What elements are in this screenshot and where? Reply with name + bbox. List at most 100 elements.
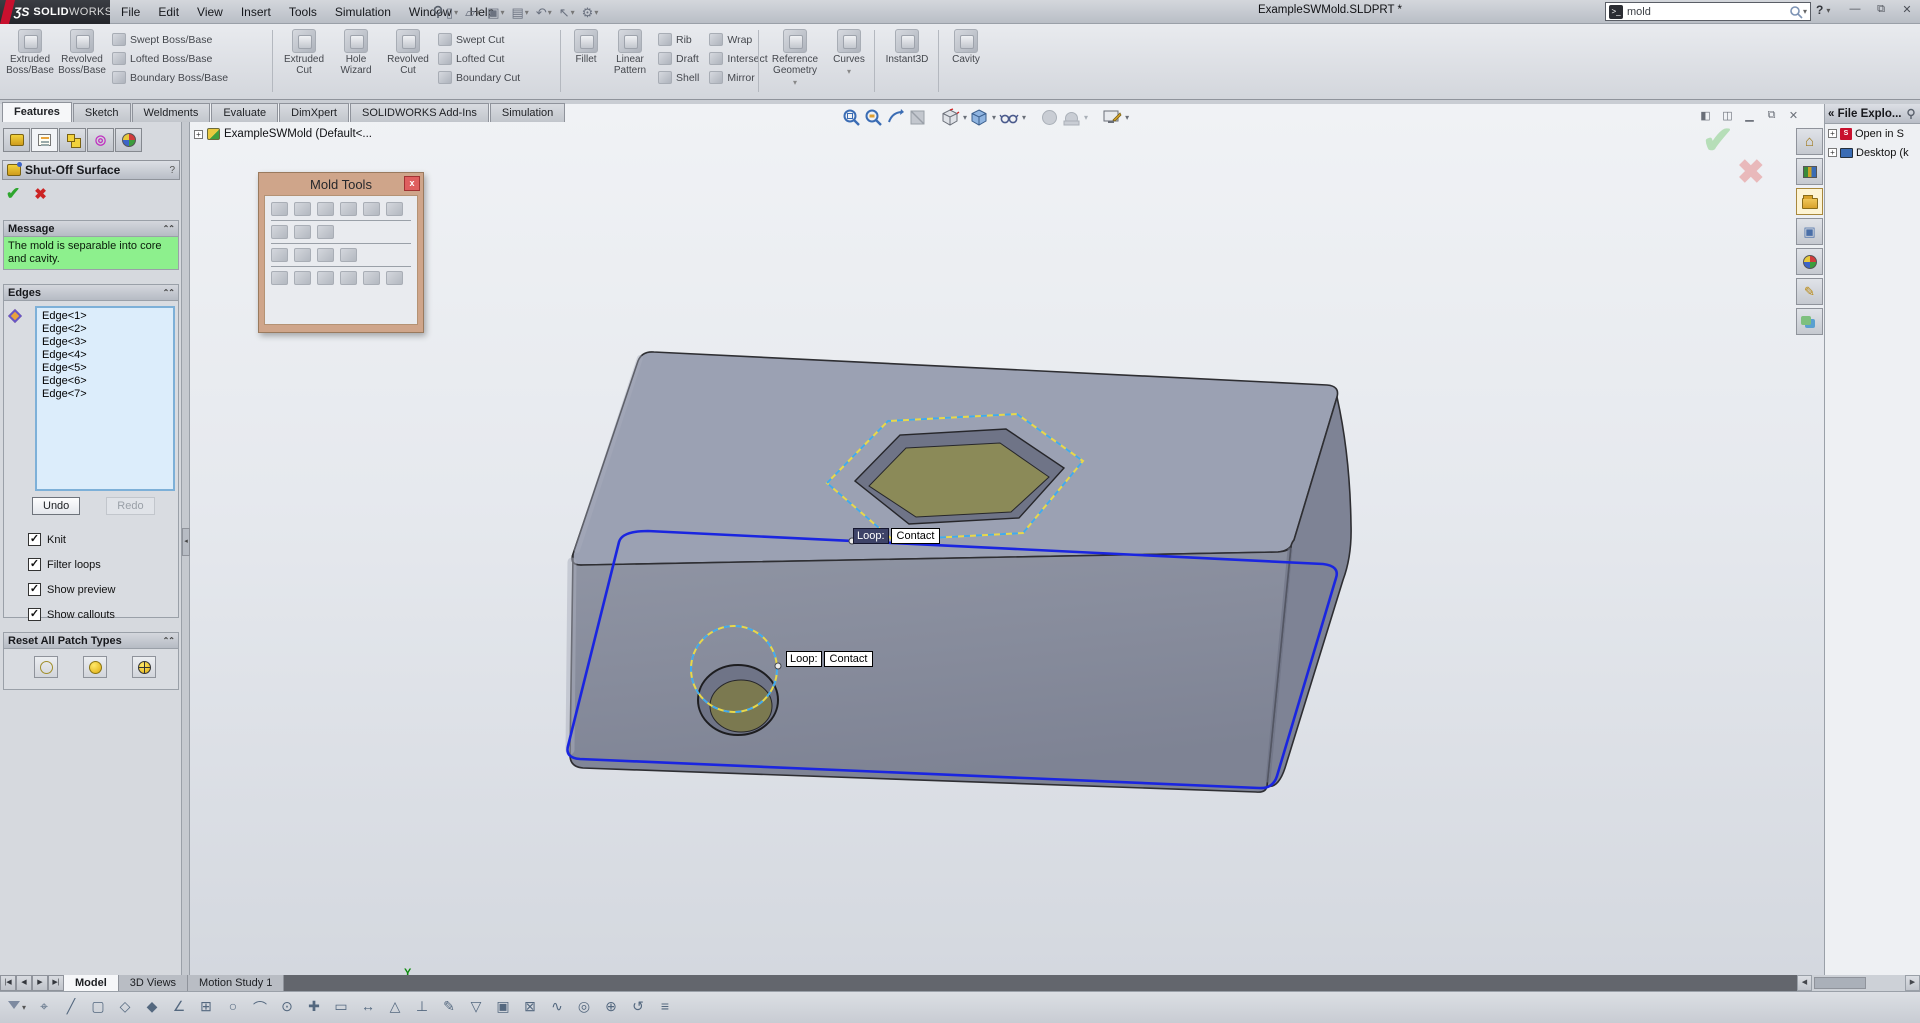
boundary-cut-button[interactable]: Boundary Cut — [434, 68, 520, 87]
filter-planes-icon[interactable]: ⊞ — [197, 998, 215, 1018]
offset-surface-icon[interactable] — [294, 202, 311, 216]
callout-anchor-dot[interactable] — [774, 662, 782, 670]
edge-list-item[interactable]: Edge<1> — [42, 310, 168, 323]
move-face-icon[interactable] — [317, 248, 334, 262]
undercut-analysis-icon[interactable] — [294, 225, 311, 239]
hole-wizard-button[interactable]: Hole Wizard — [330, 26, 382, 76]
filter-datums-icon[interactable]: ▣ — [494, 998, 512, 1018]
reference-geometry-button[interactable]: Reference Geometry ▾ — [764, 26, 826, 88]
parting-line-analysis-icon[interactable] — [317, 225, 334, 239]
filter-funnel-button[interactable]: ▾ — [8, 1000, 26, 1015]
mold-tools-close-button[interactable]: x — [404, 176, 420, 191]
tab-nav-button-0[interactable]: |◀ — [0, 975, 16, 991]
select-button[interactable]: ↖ ▾ — [557, 5, 577, 20]
shell-button[interactable]: Shell — [654, 68, 699, 87]
tab-dimxpert[interactable]: DimXpert — [279, 103, 349, 122]
callout-value-dropdown[interactable]: Contact — [890, 528, 941, 544]
lofted-cut-button[interactable]: Lofted Cut — [434, 49, 520, 68]
help-button[interactable]: ? ▾ — [1816, 3, 1830, 17]
hide-show-items-icon[interactable] — [999, 108, 1019, 127]
zoom-to-fit-icon[interactable] — [842, 108, 861, 127]
menu-edit[interactable]: Edit — [149, 5, 188, 19]
edit-appearance-icon[interactable] — [1040, 108, 1059, 127]
collapse-chevron-icon[interactable]: ⌃⌃ — [163, 288, 175, 297]
search-input[interactable] — [1623, 5, 1789, 18]
collapse-chevron-icon[interactable]: ⌃⌃ — [163, 224, 175, 233]
open-document-button[interactable]: ▱ ▾ — [463, 5, 482, 20]
edge-list-item[interactable]: Edge<4> — [42, 349, 168, 362]
tab-weldments[interactable]: Weldments — [131, 103, 211, 122]
hide-show-items-caret[interactable]: ▾ — [1022, 113, 1026, 122]
scroll-left-button[interactable]: ◀ — [1797, 975, 1812, 991]
file-explorer-item[interactable]: + Desktop (k — [1825, 143, 1920, 162]
edge-list-item[interactable]: Edge<3> — [42, 336, 168, 349]
redo-button[interactable]: Redo — [106, 497, 155, 515]
file-explorer-header[interactable]: « File Explo... — [1825, 104, 1920, 124]
lofted-boss-base-button[interactable]: Lofted Boss/Base — [108, 49, 228, 68]
cancel-button[interactable]: ✖ — [34, 185, 47, 203]
parting-surfaces-icon[interactable] — [340, 271, 357, 285]
loop-callout-front[interactable]: Loop: Contact — [786, 651, 874, 667]
filter-connection-points-icon[interactable]: ⊕ — [602, 998, 620, 1018]
revolved-cut-button[interactable]: Revolved Cut — [382, 26, 434, 76]
filter-edges-icon[interactable]: ╱ — [62, 998, 80, 1018]
task-pane-tab-file-explorer[interactable] — [1796, 188, 1823, 215]
menu-insert[interactable]: Insert — [232, 5, 280, 19]
circle-shutoff-surface[interactable] — [709, 679, 773, 733]
panel-splitter[interactable]: ◂ — [182, 104, 190, 975]
options-button[interactable]: ⚙ ▾ — [580, 5, 601, 20]
trim-surface-icon[interactable] — [363, 202, 380, 216]
section-view-icon[interactable] — [908, 108, 927, 127]
filter-dimensions-icon[interactable]: ↔ — [359, 998, 377, 1018]
filter-cosmetic-threads-icon[interactable]: ∿ — [548, 998, 566, 1018]
filter-blocks-icon[interactable]: ⊠ — [521, 998, 539, 1018]
collapse-chevron-icon[interactable]: ⌃⌃ — [163, 636, 175, 645]
feature-tree-flyout[interactable]: + ExampleSWMold (Default<... — [194, 128, 372, 140]
minimize-app-button[interactable]: — — [1846, 3, 1864, 16]
insert-mold-folders-icon[interactable] — [271, 271, 288, 285]
edges-group-header[interactable]: Edges ⌃⌃ — [4, 285, 178, 301]
undo-button[interactable]: Undo — [32, 497, 81, 515]
task-pane-tab-custom-properties[interactable]: ✎ — [1796, 278, 1823, 305]
split-line-icon[interactable] — [271, 248, 288, 262]
filter-surface-bodies-icon[interactable]: ◇ — [116, 998, 134, 1018]
filter-hatch-icon[interactable]: ≡ — [656, 998, 674, 1018]
search-dropdown-caret[interactable]: ▾ — [1803, 7, 1807, 16]
message-group-header[interactable]: Message ⌃⌃ — [4, 221, 178, 237]
print-button[interactable]: ▤ ▾ — [510, 5, 531, 20]
menu-file[interactable]: File — [112, 5, 149, 19]
boundary-boss-base-button[interactable]: Boundary Boss/Base — [108, 68, 228, 87]
view-orientation-caret[interactable]: ▾ — [963, 113, 967, 122]
edge-list-item[interactable]: Edge<5> — [42, 362, 168, 375]
tab-nav-button-3[interactable]: ▶| — [48, 975, 64, 991]
tab-sketch[interactable]: Sketch — [72, 103, 131, 122]
filter-datum-targets-icon[interactable]: ◎ — [575, 998, 593, 1018]
tab-configuration-manager[interactable] — [59, 128, 86, 152]
extruded-cut-button[interactable]: Extruded Cut — [278, 26, 330, 76]
parting-lines-icon[interactable] — [294, 271, 311, 285]
close-document-button[interactable]: ✕ — [1786, 109, 1801, 122]
confirmation-ok-icon[interactable]: ✔ — [1702, 118, 1734, 163]
ruled-surface-icon[interactable] — [317, 202, 334, 216]
task-pane-tab-design-library[interactable] — [1796, 158, 1823, 185]
filter-center-marks-icon[interactable]: ✚ — [305, 998, 323, 1018]
checkbox-show-preview[interactable]: ✓ Show preview — [28, 577, 115, 602]
view-orientation-icon[interactable] — [941, 108, 960, 127]
close-app-button[interactable]: ✕ — [1898, 3, 1916, 16]
filter-axes-icon[interactable]: ∠ — [170, 998, 188, 1018]
model-tab-model[interactable]: Model — [64, 975, 119, 991]
all-contact-button[interactable] — [34, 656, 58, 678]
property-manager-help-icon[interactable]: ? — [169, 165, 175, 176]
task-pane-tab-solidworks-resources[interactable]: ⌂ — [1796, 128, 1823, 155]
tab-evaluate[interactable]: Evaluate — [211, 103, 279, 122]
checkbox-checked-icon[interactable]: ✓ — [28, 558, 41, 571]
undo-button[interactable]: ↶ ▾ — [534, 5, 554, 20]
checkbox-knit[interactable]: ✓ Knit — [28, 527, 115, 552]
extruded-boss-base-button[interactable]: Extruded Boss/Base — [4, 26, 56, 76]
filter-routing-points-icon[interactable]: ↺ — [629, 998, 647, 1018]
display-style-icon[interactable] — [970, 108, 989, 127]
filter-sketch-points-icon[interactable]: ○ — [224, 998, 242, 1018]
scroll-right-button[interactable]: ▶ — [1905, 975, 1920, 991]
menu-tools[interactable]: Tools — [280, 5, 326, 19]
planar-surface-icon[interactable] — [271, 202, 288, 216]
